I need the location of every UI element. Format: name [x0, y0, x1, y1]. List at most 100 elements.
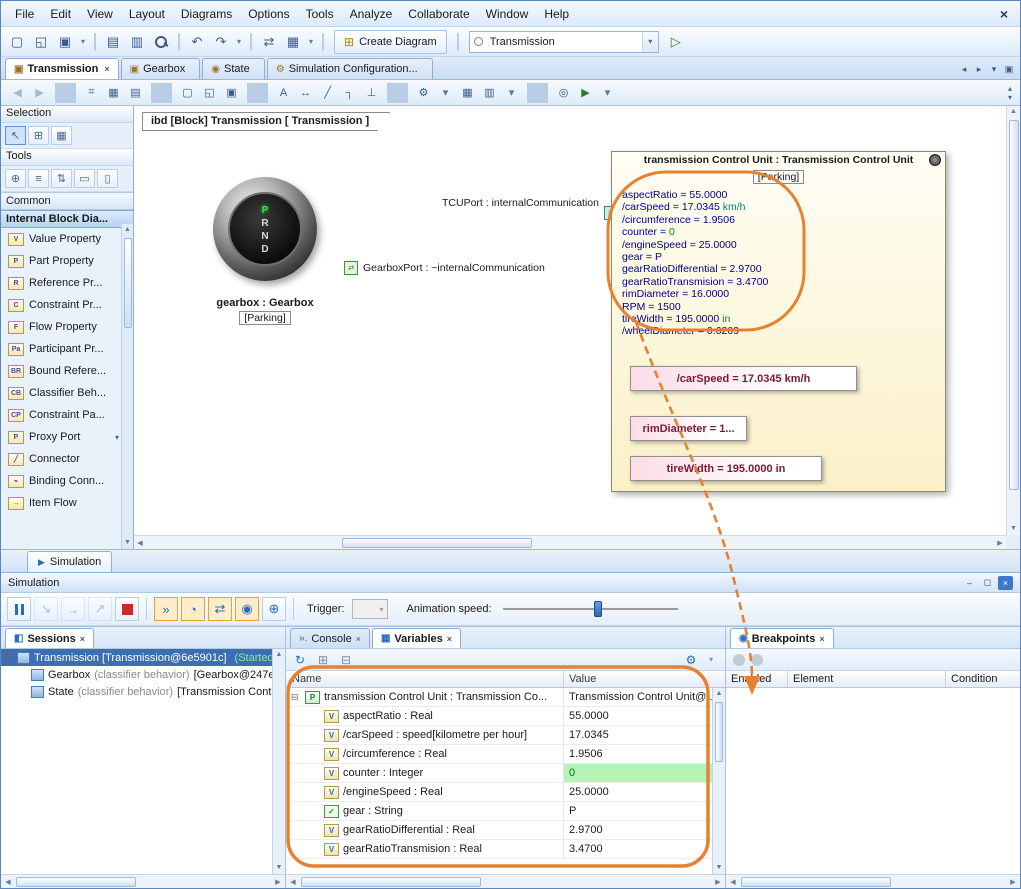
toolbar-icon[interactable]: ▣	[54, 31, 76, 53]
scope-combobox[interactable]: Transmission ▾	[469, 31, 659, 53]
refresh-icon[interactable]: ↻	[291, 651, 309, 669]
tree-expander-icon[interactable]: ⊟	[4, 652, 13, 663]
toolbar-icon[interactable]	[322, 33, 324, 51]
create-diagram-button[interactable]: ⊞ Create Diagram	[334, 30, 447, 54]
step-button[interactable]: →	[61, 597, 85, 621]
minimize-icon[interactable]: –	[962, 576, 977, 590]
scrollbar-thumb[interactable]	[342, 538, 532, 548]
diagram-toolbar-icon[interactable]: ┐	[339, 83, 360, 103]
tab-nav-button[interactable]: ▸	[972, 61, 986, 77]
toolbar-icon[interactable]: ▢	[6, 31, 28, 53]
tab-variables[interactable]: ▦ Variables ×	[372, 628, 461, 648]
tool-button[interactable]: ▯	[97, 169, 118, 188]
value-widget[interactable]: rimDiameter = 1...	[630, 416, 747, 441]
simulation-toggle-button[interactable]: ◉	[235, 597, 259, 621]
menu-item[interactable]: Collaborate	[400, 4, 477, 24]
value-widget[interactable]: tireWidth = 195.0000 in	[630, 456, 822, 481]
gearbox-part[interactable]: PRND	[213, 177, 317, 281]
toolbar-icon[interactable]: ↷	[210, 31, 232, 53]
chevron-down-icon[interactable]: ▾	[115, 433, 119, 442]
slider-thumb[interactable]	[594, 601, 602, 617]
transmission-control-unit-block[interactable]: transmission Control Unit : Transmission…	[611, 151, 946, 492]
table-row[interactable]: V gearRatioDifferential : Real 2.9700	[286, 821, 712, 840]
diagram-toolbar-icon[interactable]: ▾	[597, 83, 618, 103]
menu-item[interactable]: Edit	[42, 4, 79, 24]
selection-tool-button[interactable]: ⊞	[28, 126, 49, 145]
column-enabled[interactable]: Enabled	[726, 671, 788, 687]
scroll-left-icon[interactable]: ◀	[134, 539, 146, 547]
add-breakpoint-icon[interactable]	[733, 654, 745, 666]
tab-nav-button[interactable]: ▣	[1002, 61, 1016, 77]
diagram-toolbar-icon[interactable]	[527, 83, 548, 103]
pause-button[interactable]	[7, 597, 31, 621]
palette-item[interactable]: Pa Participant Pr... ▾	[1, 338, 133, 360]
remove-breakpoint-icon[interactable]	[751, 654, 763, 666]
palette-item[interactable]: BR Bound Refere... ▾	[1, 360, 133, 382]
diagram-toolbar-icon[interactable]: ⌗	[81, 83, 102, 103]
gear-icon[interactable]: ⚙	[682, 651, 700, 669]
selection-tool-button[interactable]: ↖	[5, 126, 26, 145]
sessions-vertical-scrollbar[interactable]: ▲ ▼	[272, 649, 285, 874]
table-row[interactable]: V /circumference : Real 1.9506	[286, 745, 712, 764]
column-value[interactable]: Value	[564, 671, 725, 687]
close-icon[interactable]: ×	[80, 634, 85, 644]
palette-item[interactable]: ⌁ Binding Conn... ▾	[1, 470, 133, 492]
toolbar-icon[interactable]: ▦	[282, 31, 304, 53]
simulation-toggle-button[interactable]: ◔	[181, 597, 205, 621]
window-close-icon[interactable]: ×	[994, 6, 1014, 22]
palette-item[interactable]: V Value Property ▾	[1, 228, 133, 250]
variables-horizontal-scrollbar[interactable]: ◀ ▶	[286, 874, 725, 888]
toolbar-icon[interactable]: ⇄	[258, 31, 280, 53]
diagram-canvas[interactable]: ibd [Block] Transmission [ Transmission …	[134, 106, 1006, 535]
step-button[interactable]: ↘	[34, 597, 58, 621]
float-icon[interactable]: ◻	[980, 576, 995, 590]
menu-item[interactable]: Window	[478, 4, 537, 24]
tool-button[interactable]: ⇅	[51, 169, 72, 188]
diagram-toolbar-icon[interactable]: ▦	[103, 83, 124, 103]
toolbar-icon[interactable]: ▥	[126, 31, 148, 53]
session-row[interactable]: Gearbox (classifier behavior) [Gearbox@2…	[1, 666, 272, 683]
diagram-toolbar-icon[interactable]: ▤	[125, 83, 146, 103]
scrollbar-thumb[interactable]	[124, 238, 132, 328]
table-row[interactable]: V /carSpeed : speed[kilometre per hour] …	[286, 726, 712, 745]
diagram-toolbar-icon[interactable]: ↔	[295, 83, 316, 103]
menu-item[interactable]: Tools	[298, 4, 342, 24]
tab-sessions[interactable]: ◧ Sessions ×	[5, 628, 94, 648]
diagram-toolbar-icon[interactable]	[387, 83, 408, 103]
simulation-toggle-button[interactable]: ⇄	[208, 597, 232, 621]
document-tab[interactable]: ⚙ Simulation Configuration...	[267, 58, 433, 79]
palette-item[interactable]: ╱ Connector ▾	[1, 448, 133, 470]
tree-expander-icon[interactable]: ⊟	[291, 692, 301, 703]
diagram-toolbar-icon[interactable]: ◱	[199, 83, 220, 103]
breakpoints-table-body[interactable]	[726, 688, 1020, 874]
menu-item[interactable]: Options	[240, 4, 297, 24]
menu-item[interactable]: View	[79, 4, 121, 24]
column-condition[interactable]: Condition	[946, 671, 1020, 687]
tab-breakpoints[interactable]: ◉ Breakpoints ×	[730, 628, 834, 648]
document-tab[interactable]: ▣ Transmission ×	[5, 58, 119, 79]
close-icon[interactable]: ×	[998, 576, 1013, 590]
toolbar-icon[interactable]	[94, 33, 96, 51]
run-button[interactable]: ▷	[665, 31, 687, 53]
diagram-toolbar-icon[interactable]: ⊥	[361, 83, 382, 103]
session-row[interactable]: ⊟ Transmission [Transmission@6e5901c] (S…	[1, 649, 272, 666]
canvas-vertical-scrollbar[interactable]: ▲ ▼	[1006, 106, 1020, 535]
diagram-toolbar-icon[interactable]: ▶	[575, 83, 596, 103]
palette-item[interactable]: P Proxy Port ▾	[1, 426, 133, 448]
menu-item[interactable]: Layout	[121, 4, 173, 24]
diagram-toolbar-icon[interactable]: ◀	[7, 83, 28, 103]
diagram-toolbar-icon[interactable]: ▦	[457, 83, 478, 103]
stop-button[interactable]	[115, 597, 139, 621]
diagram-toolbar-icon[interactable]: ▾	[501, 83, 522, 103]
diagram-toolbar-icon[interactable]: ▥	[479, 83, 500, 103]
menu-item[interactable]: Diagrams	[173, 4, 240, 24]
tab-nav-button[interactable]: ◂	[957, 61, 971, 77]
diagram-toolbar-icon[interactable]	[151, 83, 172, 103]
palette-item[interactable]: C Constraint Pr... ▾	[1, 294, 133, 316]
selection-tool-button[interactable]: ▦	[51, 126, 72, 145]
filter-icon[interactable]: ⊟	[337, 651, 355, 669]
toolbar-icon[interactable]: ▾	[306, 31, 316, 53]
diagram-toolbar-icon[interactable]: ◎	[553, 83, 574, 103]
toolbar-icon[interactable]	[150, 31, 172, 53]
table-row[interactable]: V counter : Integer 0	[286, 764, 712, 783]
